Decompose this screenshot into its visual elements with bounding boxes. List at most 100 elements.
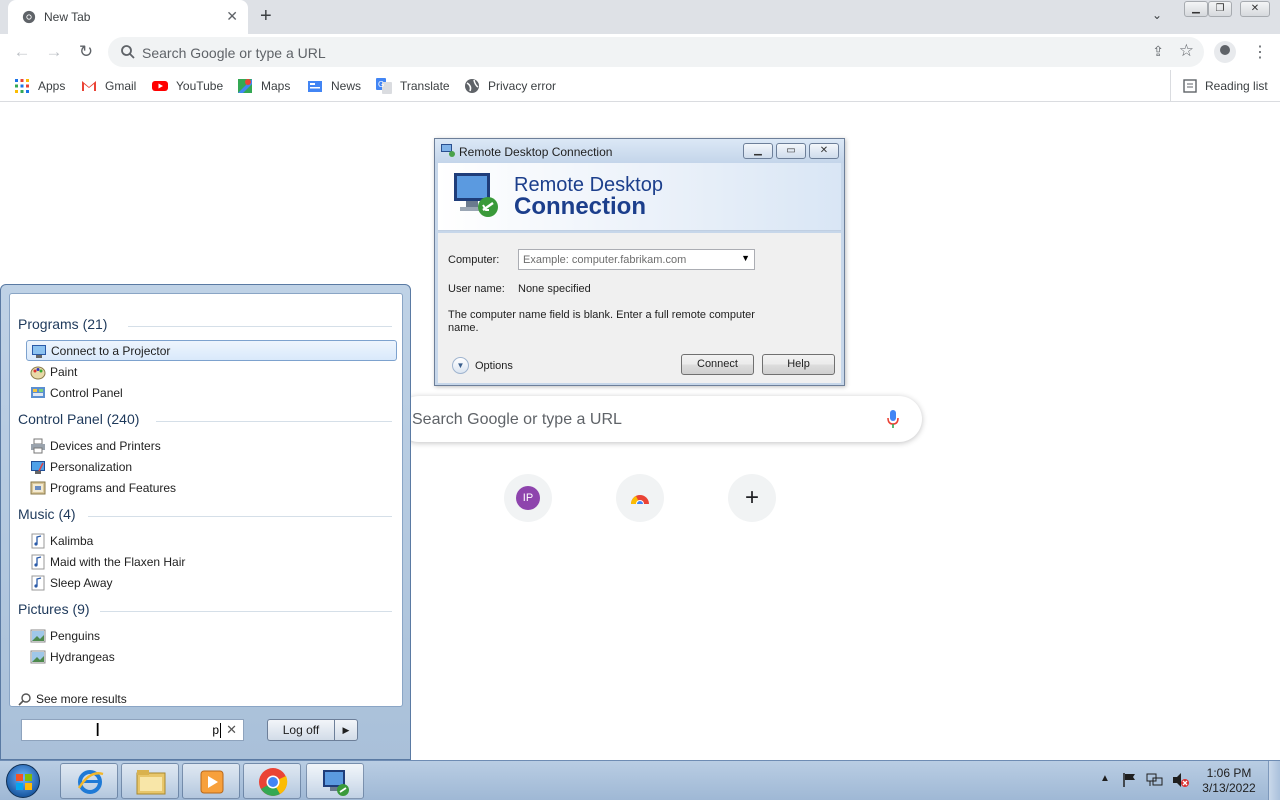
group-heading-pictures: Pictures (9) bbox=[18, 601, 90, 617]
result-connect-to-projector[interactable]: Connect to a Projector bbox=[26, 340, 397, 361]
taskbar-chrome[interactable] bbox=[243, 763, 301, 799]
bookmark-apps[interactable]: Apps bbox=[14, 77, 65, 95]
bookmark-translate[interactable]: G Translate bbox=[376, 77, 450, 95]
bookmark-label: Maps bbox=[261, 79, 291, 93]
magnifier-icon bbox=[18, 693, 31, 706]
volume-muted-icon[interactable] bbox=[1172, 772, 1190, 788]
taskbar-media-player[interactable] bbox=[182, 763, 240, 799]
result-maid-with-the-flaxen-hair[interactable]: Maid with the Flaxen Hair bbox=[26, 551, 397, 572]
remote-desktop-icon bbox=[323, 770, 349, 796]
text-caret bbox=[220, 723, 221, 738]
options-label: Options bbox=[475, 359, 513, 372]
taskbar-remote-desktop[interactable] bbox=[306, 763, 364, 799]
news-icon bbox=[308, 81, 322, 92]
result-personalization[interactable]: Personalization bbox=[26, 456, 397, 477]
bookmark-youtube[interactable]: YouTube bbox=[152, 77, 223, 95]
result-sleep-away[interactable]: Sleep Away bbox=[26, 572, 397, 593]
add-shortcut-button[interactable]: + bbox=[728, 474, 776, 522]
result-label: Paint bbox=[50, 364, 78, 379]
tab-search-chevron-icon[interactable]: ⌄ bbox=[1152, 8, 1162, 22]
file-explorer-icon bbox=[136, 770, 166, 795]
dialog-maximize-button[interactable]: ▭ bbox=[776, 143, 806, 159]
new-tab-button[interactable]: + bbox=[260, 5, 272, 27]
share-icon[interactable]: ⇪ bbox=[1152, 43, 1164, 60]
result-paint[interactable]: Paint bbox=[26, 361, 397, 382]
reload-icon[interactable]: ↻ bbox=[76, 42, 96, 62]
svg-text:G: G bbox=[378, 80, 384, 89]
result-label: Connect to a Projector bbox=[51, 343, 171, 358]
group-divider bbox=[156, 421, 392, 422]
start-button[interactable] bbox=[6, 764, 40, 798]
projector-icon bbox=[32, 344, 46, 358]
restore-window-button[interactable]: ❐ bbox=[1208, 1, 1232, 17]
dialog-close-button[interactable]: ✕ bbox=[809, 143, 839, 159]
log-off-button[interactable]: Log off bbox=[267, 719, 334, 741]
printer-icon bbox=[31, 438, 45, 453]
bookmark-news[interactable]: News bbox=[307, 77, 361, 95]
result-hydrangeas[interactable]: Hydrangeas bbox=[26, 646, 397, 667]
taskbar-file-explorer[interactable] bbox=[121, 763, 179, 799]
reading-list-icon bbox=[1183, 79, 1197, 93]
close-window-button[interactable]: ✕ bbox=[1240, 1, 1270, 17]
ntp-search-box[interactable]: Search Google or type a URL bbox=[396, 396, 922, 442]
close-tab-icon[interactable]: ✕ bbox=[226, 8, 238, 25]
result-control-panel[interactable]: Control Panel bbox=[26, 382, 397, 403]
group-heading-control-panel: Control Panel (240) bbox=[18, 411, 140, 427]
ntp-search-placeholder: Search Google or type a URL bbox=[412, 411, 622, 428]
kebab-menu-icon[interactable]: ⋮ bbox=[1252, 42, 1268, 62]
remote-desktop-small-icon bbox=[441, 144, 455, 157]
connect-button[interactable]: Connect bbox=[681, 354, 754, 375]
result-devices-and-printers[interactable]: Devices and Printers bbox=[26, 435, 397, 456]
network-icon[interactable] bbox=[1146, 772, 1164, 788]
show-hidden-icons-arrow-icon[interactable]: ▲ bbox=[1100, 773, 1110, 784]
gmail-icon bbox=[82, 81, 96, 91]
profile-avatar-icon[interactable] bbox=[1214, 41, 1236, 63]
dialog-title: Remote Desktop Connection bbox=[459, 145, 613, 159]
bookmark-maps[interactable]: Maps bbox=[237, 77, 290, 95]
clear-search-icon[interactable]: ✕ bbox=[226, 722, 237, 738]
bookmark-label: Privacy error bbox=[488, 79, 557, 93]
taskbar: ▲ 1:06 PM 3/13/2022 bbox=[0, 760, 1280, 800]
bookmark-gmail[interactable]: Gmail bbox=[81, 77, 136, 95]
bookmark-privacy-error[interactable]: Privacy error bbox=[464, 77, 556, 95]
minimize-window-button[interactable]: ▁ bbox=[1184, 1, 1208, 17]
result-penguins[interactable]: Penguins bbox=[26, 625, 397, 646]
forward-arrow-icon[interactable]: → bbox=[44, 42, 64, 62]
omnibox[interactable]: Search Google or type a URL ⇪ ☆ bbox=[108, 37, 1204, 67]
back-arrow-icon[interactable]: ← bbox=[12, 42, 32, 62]
bookmark-label: Gmail bbox=[105, 79, 137, 93]
result-programs-and-features[interactable]: Programs and Features bbox=[26, 477, 397, 498]
result-label: Sleep Away bbox=[50, 575, 113, 590]
dialog-banner: Remote Desktop Connection bbox=[438, 163, 841, 231]
dropdown-arrow-icon[interactable]: ▼ bbox=[741, 253, 750, 263]
result-label: Hydrangeas bbox=[50, 649, 115, 664]
system-clock[interactable]: 1:06 PM 3/13/2022 bbox=[1196, 766, 1262, 796]
start-menu: Programs (21) Connect to a Projector Pai… bbox=[0, 284, 411, 760]
shutdown-options-arrow-icon[interactable]: ▶ bbox=[334, 719, 358, 741]
blank-field-message: The computer name field is blank. Enter … bbox=[448, 309, 755, 334]
group-divider bbox=[100, 611, 392, 612]
clock-date: 3/13/2022 bbox=[1202, 781, 1256, 795]
options-toggle[interactable]: ▼ Options bbox=[452, 357, 513, 374]
bookmark-star-icon[interactable]: ☆ bbox=[1179, 41, 1194, 61]
dialog-minimize-button[interactable]: ▁ bbox=[743, 143, 773, 159]
action-center-flag-icon[interactable] bbox=[1122, 772, 1138, 788]
shortcut-tile-ip[interactable]: IP bbox=[504, 474, 552, 522]
computer-placeholder: Example: computer.fabrikam.com bbox=[523, 254, 687, 266]
tab-new-tab[interactable]: New Tab ✕ bbox=[8, 0, 248, 34]
shortcut-tile-chrome[interactable] bbox=[616, 474, 664, 522]
computer-combobox[interactable]: Example: computer.fabrikam.com ▼ bbox=[518, 249, 755, 270]
help-button[interactable]: Help bbox=[762, 354, 835, 375]
show-desktop-button[interactable] bbox=[1268, 761, 1280, 800]
dialog-titlebar[interactable]: Remote Desktop Connection ▁ ▭ ✕ bbox=[435, 139, 844, 163]
result-label: Penguins bbox=[50, 628, 101, 643]
bookmarks-bar: Apps Gmail YouTube Maps News G Translate bbox=[0, 70, 1280, 102]
taskbar-internet-explorer[interactable] bbox=[60, 763, 118, 799]
result-kalimba[interactable]: Kalimba bbox=[26, 530, 397, 551]
microphone-icon[interactable] bbox=[886, 409, 900, 429]
result-label: Maid with the Flaxen Hair bbox=[50, 554, 186, 569]
start-search-input[interactable]: p ✕ bbox=[21, 719, 244, 741]
reading-list-button[interactable]: Reading list bbox=[1170, 70, 1268, 102]
see-more-results-link[interactable]: See more results bbox=[18, 692, 127, 706]
paint-icon bbox=[30, 366, 46, 379]
